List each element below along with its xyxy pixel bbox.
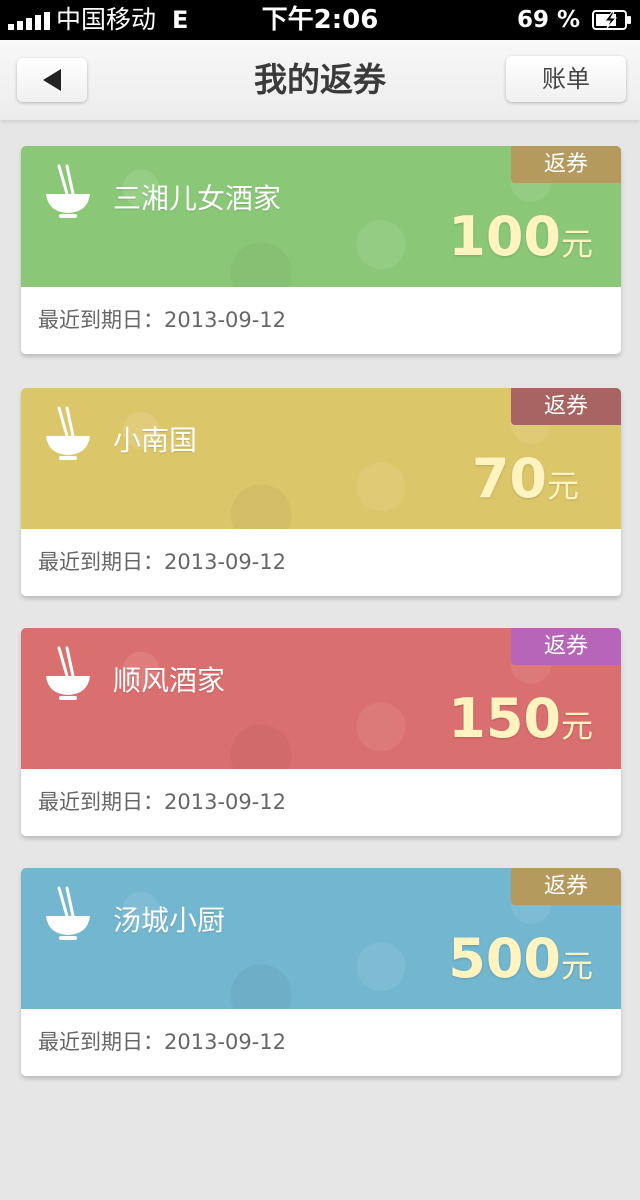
amount-value: 150: [448, 687, 561, 750]
coupon-card[interactable]: 汤城小厨 返券 500元 最近到期日：2013-09-12: [21, 868, 621, 1076]
status-time: 下午2:06: [261, 5, 379, 35]
coupon-tag: 返券: [511, 388, 621, 425]
expiry-label: 最近到期日：: [38, 790, 164, 814]
rice-bowl-chopsticks-icon: [46, 164, 90, 218]
restaurant-name: 顺风酒家: [113, 664, 226, 697]
back-button[interactable]: [17, 58, 87, 102]
coupon-tag: 返券: [511, 628, 621, 665]
amount-unit: 元: [560, 947, 593, 985]
expiry-date: 2013-09-12: [164, 550, 287, 574]
coupon-card[interactable]: 顺风酒家 返券 150元 最近到期日：2013-09-12: [21, 628, 621, 836]
amount-unit: 元: [560, 707, 593, 745]
amount-unit: 元: [546, 467, 579, 505]
coupon-footer: 最近到期日：2013-09-12: [21, 529, 621, 596]
amount-value: 500: [448, 927, 561, 990]
rice-bowl-chopsticks-icon: [46, 406, 90, 460]
carrier-name: 中国移动: [56, 5, 157, 34]
rice-bowl-chopsticks-icon: [46, 646, 90, 700]
coupon-footer: 最近到期日：2013-09-12: [21, 1009, 621, 1076]
navigation-bar: 我的返券 账单: [0, 40, 640, 120]
amount-unit: 元: [560, 225, 593, 263]
amount-value: 70: [471, 447, 547, 510]
back-arrow-icon: [43, 69, 61, 91]
battery-percentage: 69 %: [516, 7, 580, 33]
coupon-banner: 三湘儿女酒家 返券 100元: [21, 146, 621, 287]
coupon-card[interactable]: 三湘儿女酒家 返券 100元 最近到期日：2013-09-12: [21, 146, 621, 354]
expiry-text: 最近到期日：2013-09-12: [38, 546, 286, 578]
coupon-banner: 小南国 返券 70元: [21, 388, 621, 529]
coupon-amount: 100元: [448, 202, 593, 279]
expiry-text: 最近到期日：2013-09-12: [38, 1026, 286, 1058]
coupon-footer: 最近到期日：2013-09-12: [21, 287, 621, 354]
coupon-footer: 最近到期日：2013-09-12: [21, 769, 621, 836]
status-bar: 中国移动 E 下午2:06 69 %: [0, 0, 640, 40]
coupon-amount: 70元: [472, 444, 579, 521]
signal-strength-icon: [8, 10, 50, 30]
restaurant-name: 三湘儿女酒家: [113, 182, 282, 215]
battery-charging-icon: [592, 10, 631, 30]
restaurant-name: 汤城小厨: [113, 904, 226, 937]
expiry-date: 2013-09-12: [164, 1030, 287, 1054]
coupon-amount: 500元: [448, 924, 593, 1001]
expiry-label: 最近到期日：: [38, 550, 164, 574]
bill-button[interactable]: 账单: [506, 56, 626, 102]
restaurant-name: 小南国: [113, 424, 198, 457]
expiry-label: 最近到期日：: [38, 308, 164, 332]
network-type: E: [172, 6, 189, 34]
coupon-tag: 返券: [511, 146, 621, 183]
coupon-banner: 汤城小厨 返券 500元: [21, 868, 621, 1009]
expiry-date: 2013-09-12: [164, 790, 287, 814]
coupon-card[interactable]: 小南国 返券 70元 最近到期日：2013-09-12: [21, 388, 621, 596]
expiry-date: 2013-09-12: [164, 308, 287, 332]
rice-bowl-chopsticks-icon: [46, 886, 90, 940]
expiry-text: 最近到期日：2013-09-12: [38, 304, 286, 336]
expiry-text: 最近到期日：2013-09-12: [38, 786, 286, 818]
coupon-amount: 150元: [448, 684, 593, 761]
coupon-tag: 返券: [511, 868, 621, 905]
page-title: 我的返券: [254, 60, 386, 99]
expiry-label: 最近到期日：: [38, 1030, 164, 1054]
amount-value: 100: [448, 205, 561, 268]
coupon-banner: 顺风酒家 返券 150元: [21, 628, 621, 769]
